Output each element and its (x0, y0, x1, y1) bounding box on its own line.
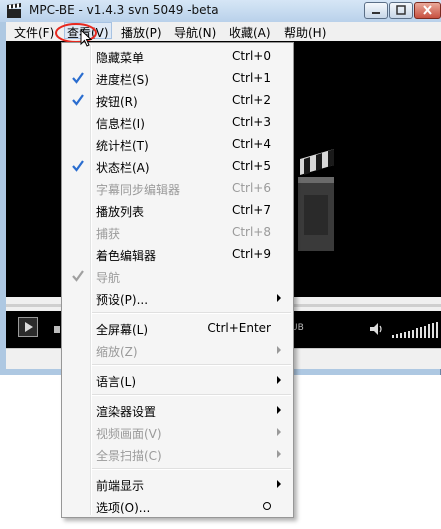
checkmark-icon (72, 160, 84, 172)
menu-item-label: 字幕同步编辑器 (96, 183, 181, 197)
submenu-arrow-icon (277, 376, 281, 384)
menu-item[interactable]: 统计栏(T) Ctrl+4 (64, 133, 291, 155)
menu-item[interactable]: 语言(L) (64, 369, 291, 391)
submenu-arrow-icon (277, 450, 281, 458)
menu-item-shortcut: Ctrl+8 (231, 225, 271, 239)
submenu-arrow-icon (277, 346, 281, 354)
menu-item-shortcut: Ctrl+7 (231, 203, 271, 217)
menu-item[interactable]: 进度栏(S) Ctrl+1 (64, 67, 291, 89)
menu-favorites[interactable]: 收藏(A) (229, 24, 271, 41)
menu-item-label: 渲染器设置 (96, 405, 157, 419)
submenu-arrow-icon (277, 406, 281, 414)
speaker-icon[interactable] (368, 321, 384, 337)
menu-item-shortcut: Ctrl+5 (231, 159, 271, 173)
checkmark-icon (72, 270, 84, 282)
maximize-icon (396, 5, 406, 15)
menu-item: 缩放(Z) (64, 339, 291, 361)
menu-item: 捕获 Ctrl+8 (64, 221, 291, 243)
menu-item-shortcut: Ctrl+0 (231, 49, 271, 63)
menu-item: 字幕同步编辑器 Ctrl+6 (64, 177, 291, 199)
menu-item-label: 选项(O)... (96, 501, 151, 515)
radio-circle-icon (263, 502, 271, 510)
menu-separator (92, 468, 291, 470)
menu-item-label: 状态栏(A) (96, 161, 150, 175)
close-button[interactable] (414, 2, 441, 19)
menu-item[interactable]: 选项(O)... (64, 495, 291, 517)
menu-item-label: 信息栏(I) (96, 117, 145, 131)
menu-item[interactable]: 状态栏(A) Ctrl+5 (64, 155, 291, 177)
menu-item[interactable]: 按钮(R) Ctrl+2 (64, 89, 291, 111)
maximize-button[interactable] (389, 2, 413, 19)
stop-icon[interactable] (54, 326, 60, 333)
menu-item-shortcut: Ctrl+4 (231, 137, 271, 151)
menu-item-label: 着色编辑器 (96, 249, 157, 263)
menu-navigate[interactable]: 导航(N) (174, 24, 216, 41)
menu-item-label: 缩放(Z) (96, 345, 138, 359)
menu-item-shortcut: Ctrl+1 (231, 71, 271, 85)
mouse-cursor-icon (80, 29, 93, 47)
submenu-arrow-icon (277, 480, 281, 488)
menu-item-label: 视频画面(V) (96, 427, 162, 441)
play-icon (25, 322, 33, 332)
menu-item[interactable]: 渲染器设置 (64, 399, 291, 421)
clapperboard-logo (298, 149, 334, 251)
menu-item[interactable]: 播放列表 Ctrl+7 (64, 199, 291, 221)
view-menu-dropdown: 隐藏菜单 Ctrl+0 进度栏(S) Ctrl+1 按钮(R) Ctrl+2 信息栏(I) C… (61, 42, 294, 518)
menu-separator (92, 312, 291, 314)
menu-item-shortcut: Ctrl+9 (231, 247, 271, 261)
menu-file[interactable]: 文件(F) (14, 24, 54, 41)
menu-play[interactable]: 播放(P) (121, 24, 162, 41)
menu-item: 视频画面(V) (64, 421, 291, 443)
minimize-button[interactable] (364, 2, 388, 19)
menu-item-label: 语言(L) (96, 375, 137, 389)
menu-item-label: 隐藏菜单 (96, 51, 145, 65)
menu-item-label: 全屏幕(L) (96, 323, 149, 337)
menu-item[interactable]: 隐藏菜单 Ctrl+0 (64, 45, 291, 67)
menu-item: 导航 (64, 265, 291, 287)
window-title: MPC-BE - v1.4.3 svn 5049 -beta (29, 3, 219, 17)
menu-item-label: 统计栏(T) (96, 139, 149, 153)
menu-item[interactable]: 全屏幕(L) Ctrl+Enter (64, 317, 291, 339)
menu-item-label: 导航 (96, 271, 121, 285)
menu-item-shortcut: Ctrl+3 (231, 115, 271, 129)
menu-item-label: 前端显示 (96, 479, 145, 493)
volume-slider[interactable] (392, 321, 440, 339)
menu-item-label: 捕获 (96, 227, 121, 241)
submenu-arrow-icon (277, 294, 281, 302)
menu-item-label: 播放列表 (96, 205, 145, 219)
submenu-arrow-icon (277, 428, 281, 436)
menu-item-label: 全景扫描(C) (96, 449, 162, 463)
menu-item-label: 按钮(R) (96, 95, 138, 109)
checkmark-icon (72, 72, 84, 84)
play-button[interactable] (18, 317, 38, 337)
menu-item[interactable]: 信息栏(I) Ctrl+3 (64, 111, 291, 133)
menu-item[interactable]: 着色编辑器 Ctrl+9 (64, 243, 291, 265)
menu-item[interactable]: 预设(P)... (64, 287, 291, 309)
menu-item: 全景扫描(C) (64, 443, 291, 465)
menu-item-shortcut: Ctrl+6 (231, 181, 271, 195)
menu-item-shortcut: Ctrl+Enter (207, 321, 271, 335)
menu-item-label: 预设(P)... (96, 293, 149, 307)
menu-help[interactable]: 帮助(H) (284, 24, 326, 41)
menu-item-shortcut: Ctrl+2 (231, 93, 271, 107)
clapperboard-icon (7, 3, 21, 18)
title-bar[interactable]: MPC-BE - v1.4.3 svn 5049 -beta (0, 0, 441, 22)
menu-separator (92, 364, 291, 366)
checkmark-icon (72, 94, 84, 106)
menu-item[interactable]: 前端显示 (64, 473, 291, 495)
menu-separator (92, 394, 291, 396)
minimize-icon (372, 12, 380, 14)
close-icon (423, 5, 432, 15)
menu-item-label: 进度栏(S) (96, 73, 149, 87)
